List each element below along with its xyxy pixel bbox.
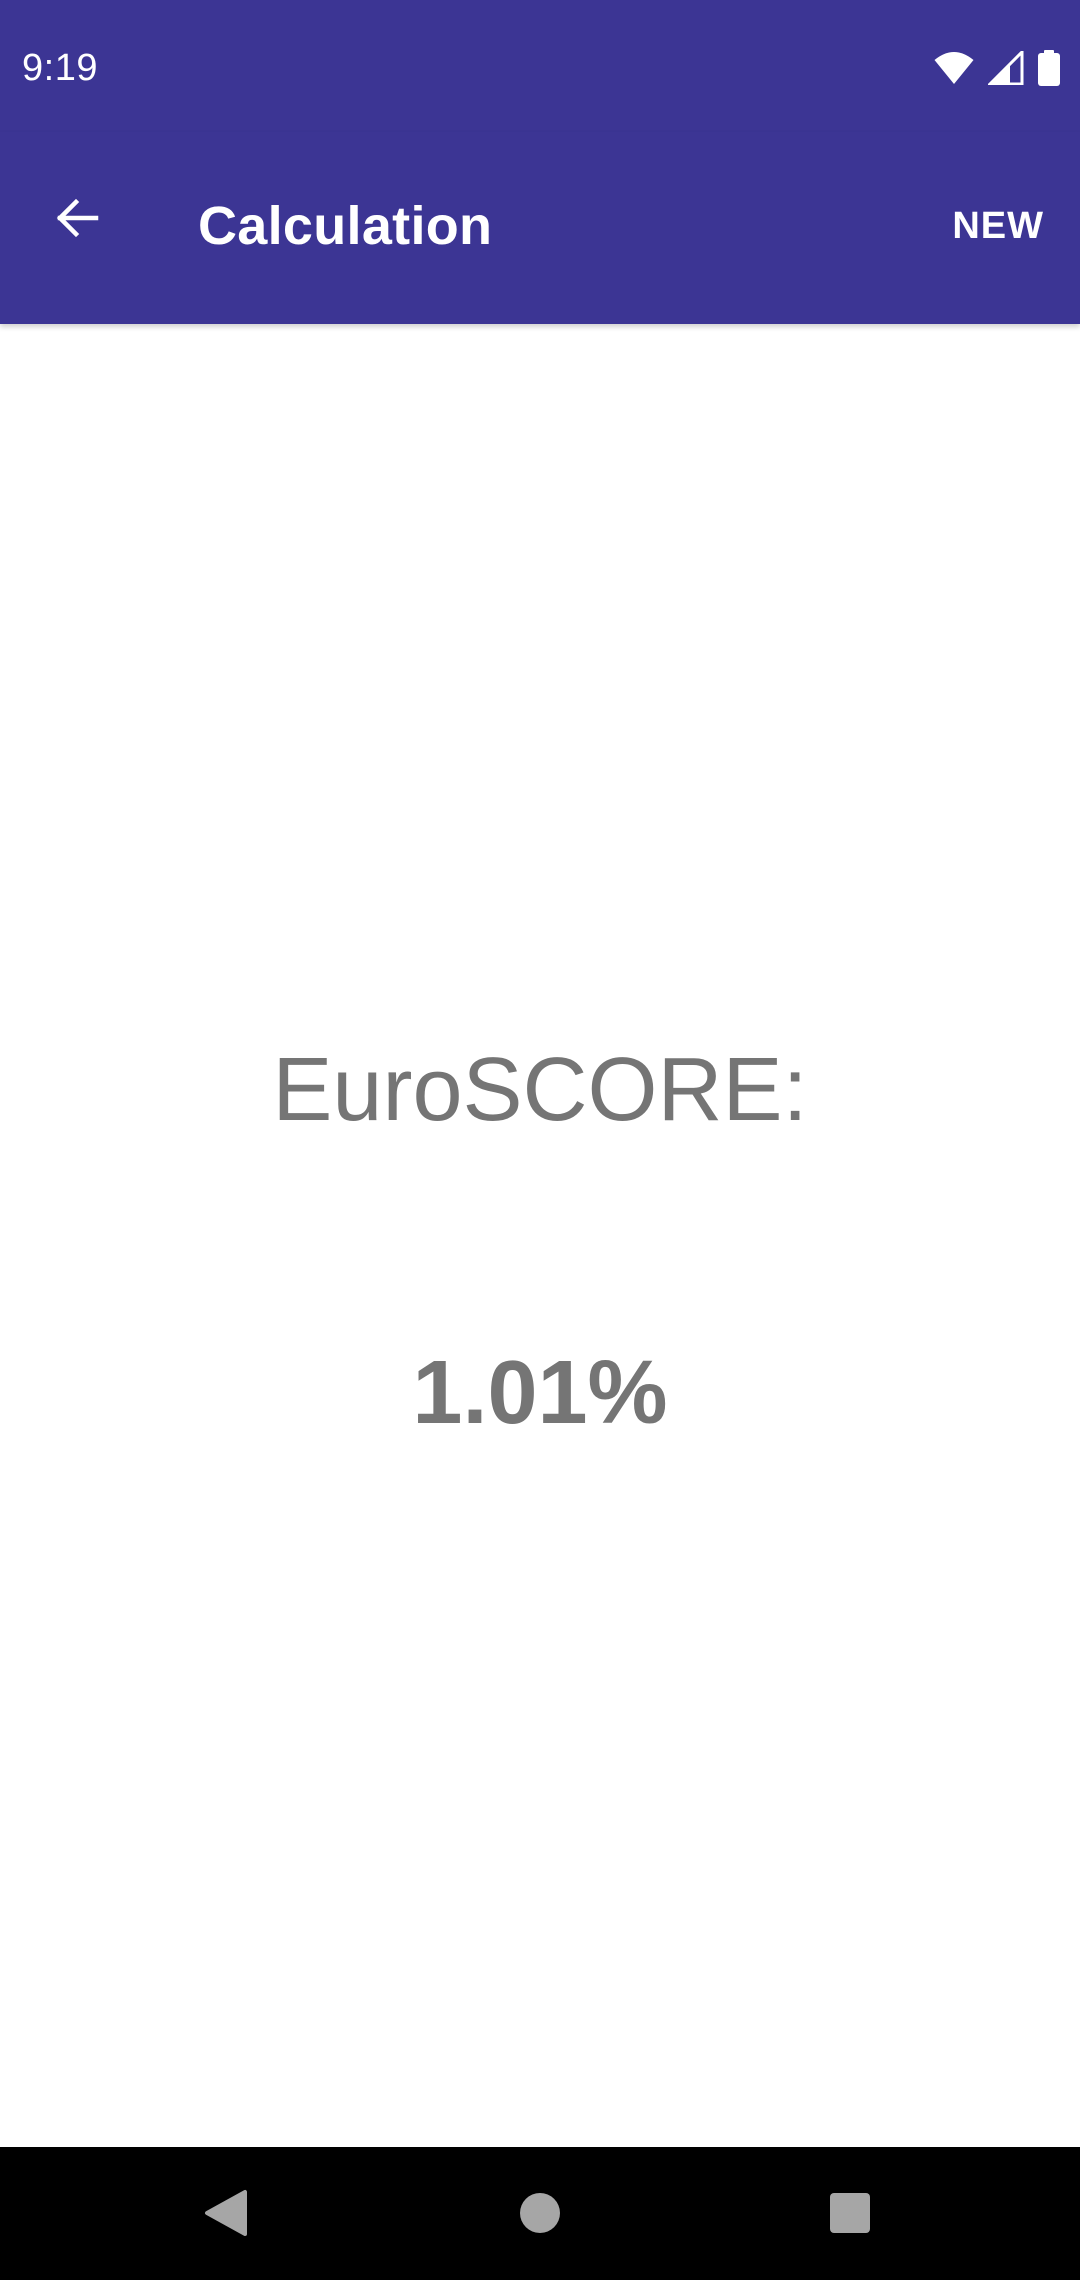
nav-back-button[interactable] — [178, 2167, 274, 2263]
nav-home-button[interactable] — [492, 2167, 588, 2263]
nav-home-icon — [518, 2191, 562, 2240]
wifi-icon — [934, 51, 974, 85]
result-label: EuroSCORE: — [272, 1040, 808, 1140]
new-button[interactable]: NEW — [948, 192, 1048, 260]
signal-icon — [988, 51, 1024, 85]
nav-back-icon — [203, 2188, 249, 2243]
back-button[interactable] — [36, 180, 116, 260]
navigation-bar — [0, 2147, 1080, 2280]
result-value: 1.01% — [412, 1343, 668, 1443]
app-bar: Calculation NEW — [0, 132, 1080, 324]
page-title: Calculation — [198, 196, 493, 256]
arrow-back-icon — [52, 194, 100, 247]
battery-icon — [1038, 50, 1060, 86]
nav-recents-button[interactable] — [802, 2167, 898, 2263]
status-time: 9:19 — [22, 47, 98, 89]
status-bar: 9:19 — [0, 0, 1080, 132]
nav-recents-icon — [828, 2191, 872, 2240]
status-icons — [934, 48, 1060, 88]
